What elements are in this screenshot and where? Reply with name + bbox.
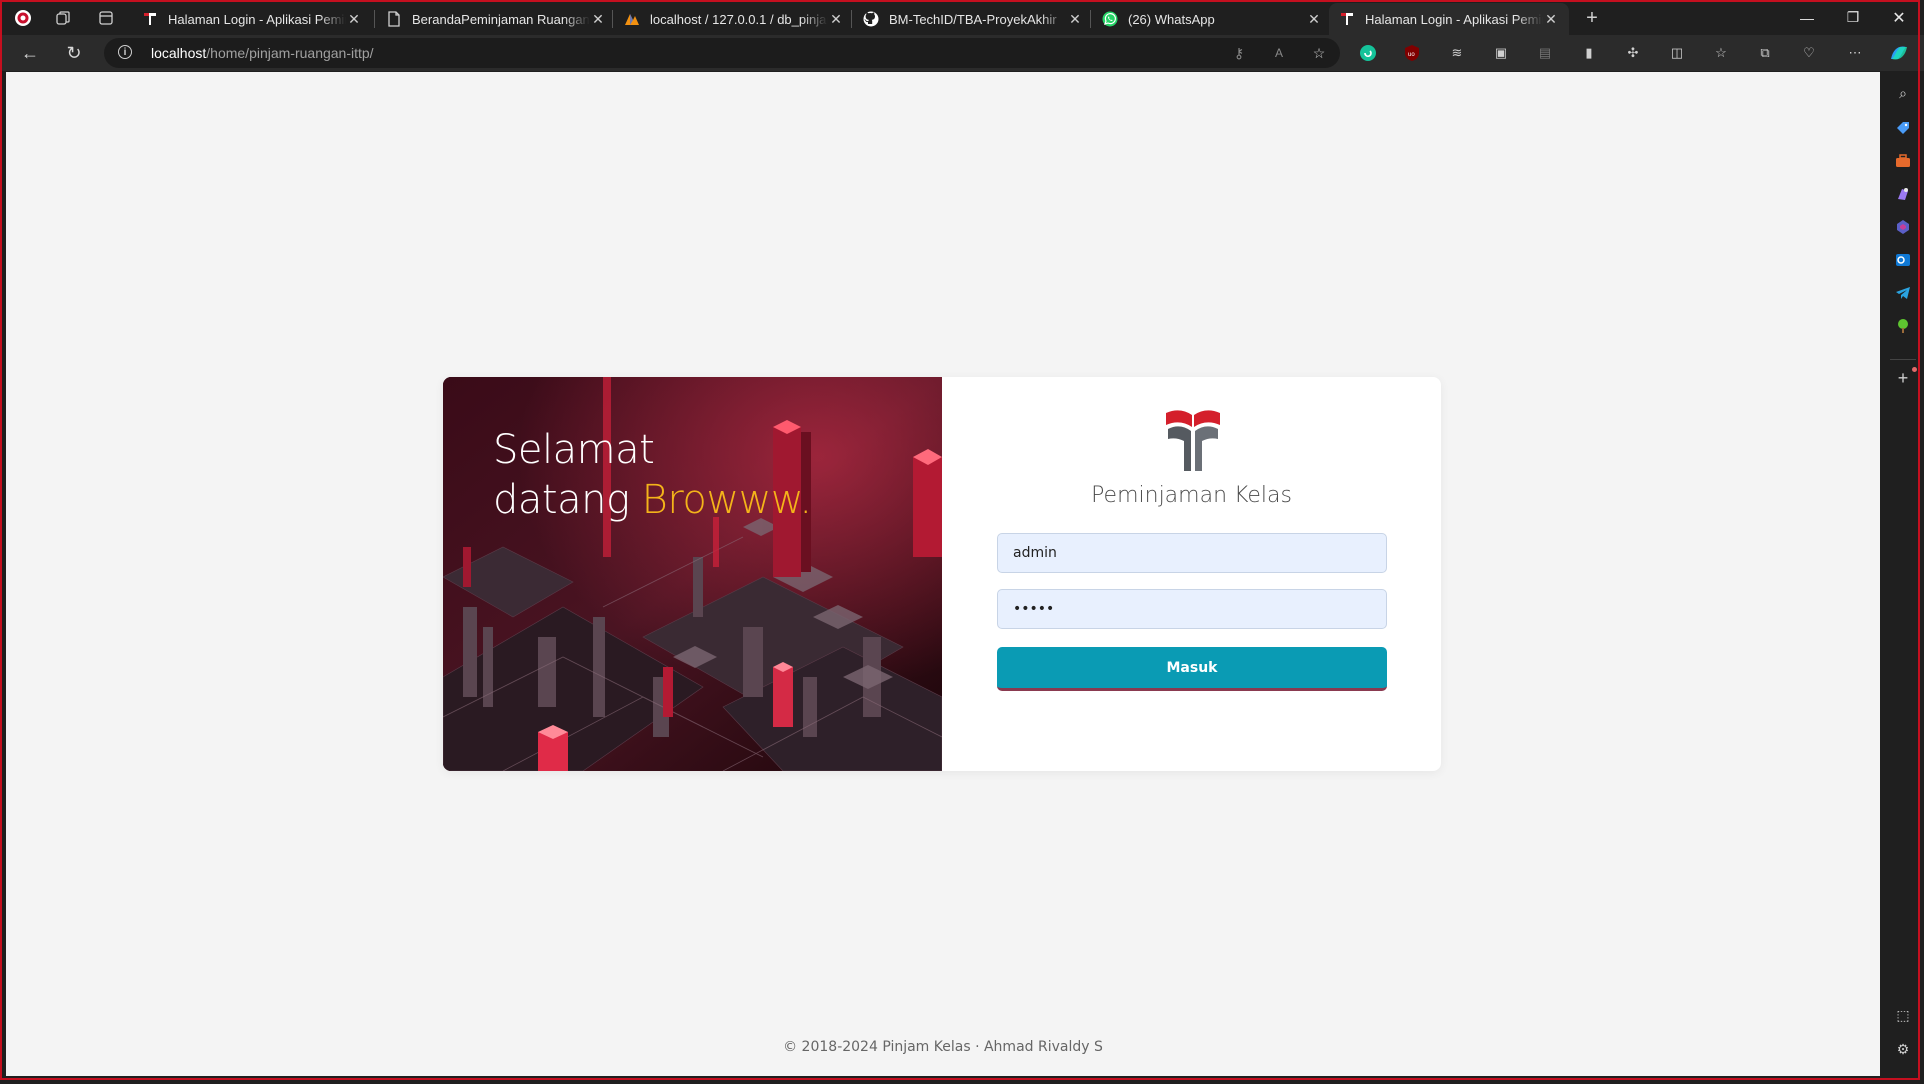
hero-image-panel: Selamat datang Browww. — [443, 377, 942, 771]
login-button[interactable]: Masuk — [997, 647, 1387, 691]
site-info-icon[interactable]: i — [118, 45, 132, 59]
login-panel: Peminjaman Kelas Masuk — [942, 377, 1441, 771]
tab-title: (26) WhatsApp — [1128, 11, 1215, 27]
kemdikbud-logo-icon — [142, 11, 158, 27]
close-tab-icon[interactable]: ✕ — [590, 11, 606, 28]
tab-title: Halaman Login - Aplikasi Peminjaman — [168, 11, 346, 27]
welcome-accent: Browww. — [641, 477, 812, 523]
github-icon — [863, 11, 879, 27]
screenshot-icon[interactable]: ⬚ — [1893, 1005, 1913, 1025]
edge-sidebar: ⌕ + ⬚ ⚙ — [1882, 71, 1924, 1080]
tab-title: localhost / 127.0.0.1 / db_pinjam — [650, 11, 828, 27]
tab-login-1[interactable]: Halaman Login - Aplikasi Peminjaman ✕ — [132, 3, 372, 35]
more-menu-icon[interactable]: ⋯ — [1845, 43, 1865, 63]
tab-separator — [612, 10, 613, 28]
workspaces-icon[interactable] — [50, 5, 76, 31]
address-bar[interactable]: i localhost/home/pinjam-ruangan-ittp/ ⚷ … — [104, 38, 1340, 68]
browser-essentials-icon[interactable]: ♡ — [1799, 43, 1819, 63]
tab-whatsapp[interactable]: (26) WhatsApp ✕ — [1092, 3, 1332, 35]
password-input[interactable] — [997, 589, 1387, 629]
welcome-heading: Selamat datang Browww. — [493, 425, 812, 525]
page-footer: © 2018-2024 Pinjam Kelas · Ahmad Rivaldy… — [783, 1039, 1103, 1055]
new-tab-button[interactable]: + — [1579, 5, 1605, 31]
toolbar: ← ↻ i localhost/home/pinjam-ruangan-ittp… — [0, 35, 1924, 71]
tab-title: Halaman Login - Aplikasi Peminjaman — [1365, 11, 1543, 27]
login-card: Selamat datang Browww. Peminjaman Kelas … — [443, 377, 1441, 771]
extension-icon[interactable]: ▣ — [1491, 43, 1511, 63]
close-tab-icon[interactable]: ✕ — [828, 11, 844, 28]
tab-separator — [851, 10, 852, 28]
copilot-icon[interactable] — [1888, 43, 1908, 63]
ublock-icon[interactable]: uo — [1402, 43, 1422, 63]
tree-icon[interactable] — [1893, 316, 1913, 336]
shopping-tag-icon[interactable] — [1893, 118, 1913, 138]
tab-title: BerandaPeminjaman Ruangan — [412, 11, 590, 27]
read-aloud-icon[interactable]: A — [1270, 44, 1288, 62]
microsoft-365-icon[interactable] — [1893, 217, 1913, 237]
refresh-icon[interactable]: ↻ — [60, 39, 88, 67]
username-input[interactable] — [997, 533, 1387, 573]
vertical-tabs-icon[interactable] — [93, 5, 119, 31]
tab-github[interactable]: BM-TechID/TBA-ProyekAkhir ✕ — [853, 3, 1093, 35]
telegram-icon[interactable] — [1893, 283, 1913, 303]
welcome-line-2: datang Browww. — [493, 475, 812, 525]
tab-login-active[interactable]: Halaman Login - Aplikasi Peminjaman ✕ — [1329, 3, 1569, 35]
minimize-icon[interactable]: — — [1784, 0, 1830, 35]
tab-separator — [1090, 10, 1091, 28]
document-icon — [386, 11, 402, 27]
whatsapp-icon — [1102, 11, 1118, 27]
key-icon[interactable]: ⚷ — [1230, 44, 1248, 62]
tut-wuri-logo-icon — [1166, 410, 1220, 471]
search-icon[interactable]: ⌕ — [1893, 83, 1913, 103]
close-window-icon[interactable]: ✕ — [1876, 0, 1922, 35]
welcome-line-1: Selamat — [493, 427, 655, 473]
outlook-icon[interactable] — [1893, 250, 1913, 270]
split-screen-icon[interactable]: ◫ — [1667, 43, 1687, 63]
favorites-icon[interactable]: ☆ — [1711, 43, 1731, 63]
favorite-star-icon[interactable]: ☆ — [1310, 44, 1328, 62]
grammar-extension-icon[interactable] — [1358, 43, 1378, 63]
restore-icon[interactable]: ❐ — [1830, 0, 1876, 35]
settings-gear-icon[interactable]: ⚙ — [1893, 1039, 1913, 1059]
extensions-puzzle-icon[interactable]: ✣ — [1623, 43, 1643, 63]
back-icon[interactable]: ← — [16, 39, 44, 67]
collections-icon[interactable]: ⧉ — [1755, 43, 1775, 63]
extension-icon[interactable]: ▮ — [1579, 43, 1599, 63]
kemdikbud-logo-icon — [1339, 11, 1355, 27]
sidebar-divider — [1890, 359, 1916, 360]
extension-icon[interactable]: ≋ — [1447, 43, 1467, 63]
close-tab-icon[interactable]: ✕ — [1543, 11, 1559, 28]
close-tab-icon[interactable]: ✕ — [346, 11, 362, 28]
extension-icon[interactable]: ▤ — [1535, 43, 1555, 63]
svg-text:uo: uo — [1408, 52, 1415, 58]
games-icon[interactable] — [1893, 184, 1913, 204]
tab-strip: Halaman Login - Aplikasi Peminjaman ✕ Be… — [0, 0, 1924, 35]
add-sidebar-app-icon[interactable]: + — [1893, 368, 1913, 388]
tools-briefcase-icon[interactable] — [1893, 151, 1913, 171]
url-text[interactable]: localhost/home/pinjam-ruangan-ittp/ — [151, 45, 374, 61]
notification-dot — [1912, 367, 1917, 372]
phpmyadmin-icon — [624, 11, 640, 27]
tab-phpmyadmin[interactable]: localhost / 127.0.0.1 / db_pinjam ✕ — [614, 3, 854, 35]
close-tab-icon[interactable]: ✕ — [1306, 11, 1322, 28]
tab-separator — [374, 10, 375, 28]
tab-title: BM-TechID/TBA-ProyekAkhir — [889, 11, 1057, 27]
welcome-word: datang — [493, 477, 630, 523]
profile-icon[interactable] — [10, 5, 36, 31]
page-viewport: Selamat datang Browww. Peminjaman Kelas … — [6, 72, 1880, 1076]
close-tab-icon[interactable]: ✕ — [1067, 11, 1083, 28]
app-name: Peminjaman Kelas — [1091, 483, 1292, 508]
tab-beranda[interactable]: BerandaPeminjaman Ruangan ✕ — [376, 3, 616, 35]
